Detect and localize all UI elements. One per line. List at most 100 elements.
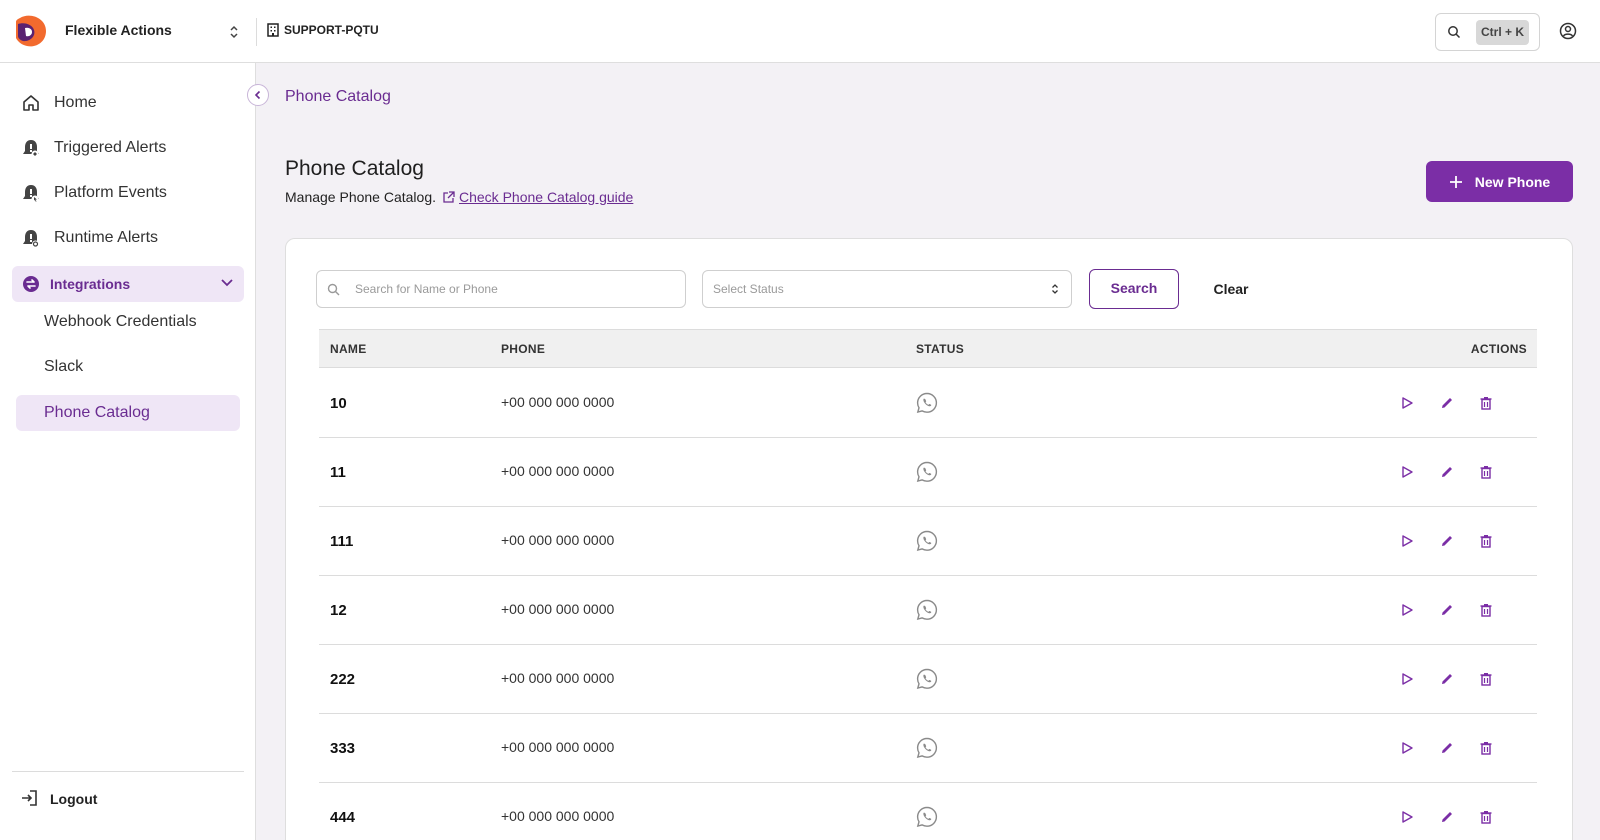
delete-icon[interactable] [1478,740,1494,756]
cell-phone: +00 000 000 0000 [501,532,615,548]
delete-icon[interactable] [1478,395,1494,411]
column-header-name[interactable]: NAME [330,342,367,356]
cell-name: 12 [330,602,347,619]
page-title: Phone Catalog [285,157,424,180]
sidebar-item-platform-events[interactable]: Platform Events [12,175,244,211]
cell-name: 333 [330,740,356,757]
logout-button[interactable]: Logout [12,781,97,817]
search-icon [327,283,340,296]
column-header-status[interactable]: STATUS [916,342,964,356]
app-switch-chevron-icon[interactable] [227,22,241,42]
send-icon[interactable] [1399,671,1415,687]
edit-icon[interactable] [1439,533,1455,549]
table-row[interactable]: 11 +00 000 000 0000 [319,437,1537,507]
topbar-divider [256,18,257,46]
search-input[interactable]: Search for Name or Phone [316,270,686,308]
logout-icon [20,789,38,810]
sidebar-item-label: Integrations [50,276,131,292]
send-icon[interactable] [1399,395,1415,411]
sidebar-item-label: Triggered Alerts [54,139,167,156]
cell-phone: +00 000 000 0000 [501,394,615,410]
cell-name: 444 [330,809,356,826]
collapse-sidebar-button[interactable] [247,84,269,106]
sidebar-item-runtime-alerts[interactable]: Runtime Alerts [12,220,244,256]
edit-icon[interactable] [1439,395,1455,411]
new-phone-label: New Phone [1474,173,1551,190]
table-row[interactable]: 333 +00 000 000 0000 [319,713,1537,783]
table-row[interactable]: 222 +00 000 000 0000 [319,644,1537,714]
sidebar-item-label: Home [54,94,97,111]
home-icon [20,92,42,114]
send-icon[interactable] [1399,602,1415,618]
global-search-button[interactable]: Ctrl + K [1435,13,1540,51]
page-subtitle: Manage Phone Catalog. Check Phone Catalo… [285,189,633,205]
org-name: SUPPORT-PQTU [284,23,379,37]
search-button[interactable]: Search [1089,269,1179,309]
edit-icon[interactable] [1439,809,1455,825]
guide-link[interactable]: Check Phone Catalog guide [459,189,633,205]
sidebar-item-label: Slack [44,358,84,375]
integrations-icon [20,273,42,295]
logout-label: Logout [50,791,98,807]
send-icon[interactable] [1399,464,1415,480]
column-header-actions: ACTIONS [1470,342,1527,356]
table-row[interactable]: 111 +00 000 000 0000 [319,506,1537,576]
edit-icon[interactable] [1439,671,1455,687]
delete-icon[interactable] [1478,809,1494,825]
cell-phone: +00 000 000 0000 [501,601,615,617]
event-bell-icon [20,182,42,204]
cell-name: 10 [330,395,347,412]
delete-icon[interactable] [1478,602,1494,618]
status-placeholder: Select Status [713,282,784,296]
send-icon[interactable] [1399,533,1415,549]
clear-button[interactable]: Clear [1196,269,1266,309]
app-name[interactable]: Flexible Actions [65,22,172,38]
cell-phone: +00 000 000 0000 [501,739,615,755]
table-row[interactable]: 12 +00 000 000 0000 [319,575,1537,645]
external-link-icon [443,190,455,203]
runtime-bell-icon [20,227,42,249]
sidebar-item-phone-catalog[interactable]: Phone Catalog [16,395,240,431]
sidebar-item-label: Platform Events [54,184,167,201]
sidebar: Home Triggered Alerts Platform Events Ru… [0,63,256,840]
user-account-icon[interactable] [1559,22,1577,40]
cell-phone: +00 000 000 0000 [501,670,615,686]
delete-icon[interactable] [1478,671,1494,687]
sidebar-item-label: Runtime Alerts [54,229,159,246]
top-bar: Flexible Actions SUPPORT-PQTU Ctrl + K [0,0,1600,63]
breadcrumb[interactable]: Phone Catalog [285,88,391,106]
phone-catalog-card: Search for Name or Phone Select Status S… [285,238,1573,840]
cell-phone: +00 000 000 0000 [501,808,615,824]
edit-icon[interactable] [1439,464,1455,480]
sidebar-item-webhook-credentials[interactable]: Webhook Credentials [16,304,240,340]
table-header: NAME PHONE STATUS ACTIONS [319,329,1537,368]
building-icon [267,23,279,37]
sidebar-item-integrations[interactable]: Integrations [12,266,244,302]
org-selector[interactable]: SUPPORT-PQTU [267,23,379,37]
sidebar-item-home[interactable]: Home [12,85,244,121]
cell-name: 11 [330,464,346,481]
table-row[interactable]: 10 +00 000 000 0000 [319,368,1537,438]
whatsapp-icon [915,529,939,553]
delete-icon[interactable] [1478,464,1494,480]
whatsapp-icon [915,391,939,415]
edit-icon[interactable] [1439,602,1455,618]
app-logo[interactable] [14,14,48,48]
edit-icon[interactable] [1439,740,1455,756]
sidebar-divider [12,771,244,772]
status-select[interactable]: Select Status [702,270,1072,308]
cell-phone: +00 000 000 0000 [501,463,615,479]
new-phone-button[interactable]: New Phone [1426,161,1573,202]
sidebar-item-triggered-alerts[interactable]: Triggered Alerts [12,130,244,166]
select-updown-icon [1052,284,1058,294]
delete-icon[interactable] [1478,533,1494,549]
chevron-down-icon[interactable] [220,278,234,288]
sidebar-item-slack[interactable]: Slack [16,349,240,385]
search-shortcut-badge: Ctrl + K [1476,20,1529,45]
column-header-phone[interactable]: PHONE [501,342,545,356]
send-icon[interactable] [1399,740,1415,756]
send-icon[interactable] [1399,809,1415,825]
whatsapp-icon [915,460,939,484]
table-row[interactable]: 444 +00 000 000 0000 [319,782,1537,840]
subtitle-text: Manage Phone Catalog. [285,189,436,205]
